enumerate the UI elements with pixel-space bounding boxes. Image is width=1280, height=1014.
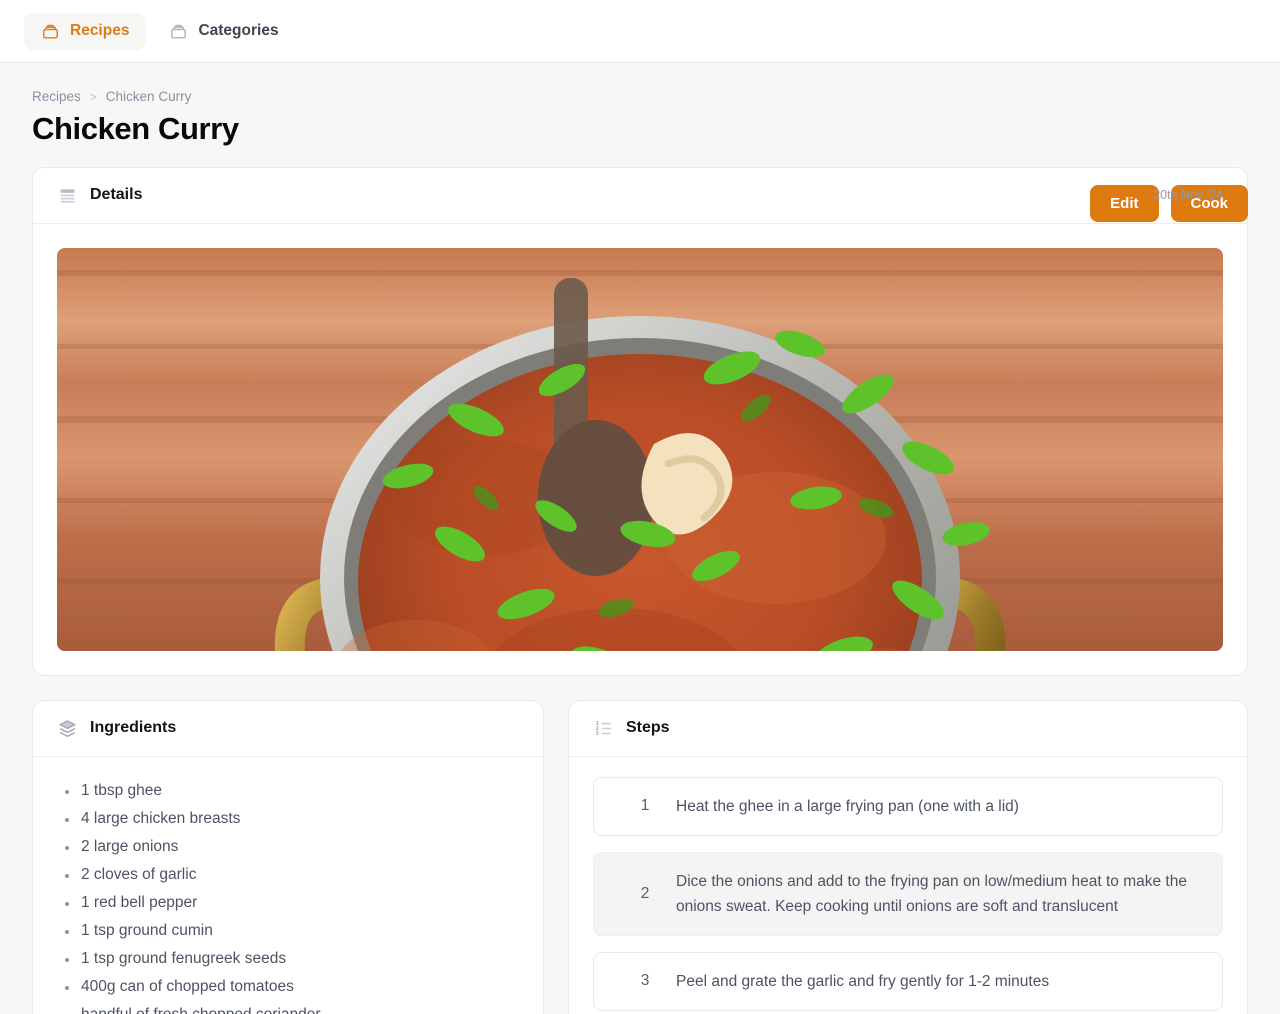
numbered-list-icon: 1 2 3 bbox=[593, 718, 614, 739]
top-navigation-bar: Recipes Categories bbox=[0, 0, 1280, 63]
content-columns: Ingredients 1 tbsp ghee 4 large chicken … bbox=[32, 699, 1248, 1014]
chevron-right-icon: > bbox=[89, 89, 97, 104]
list-item: 2 large onions bbox=[57, 833, 519, 861]
step-row[interactable]: 1 Heat the ghee in a large frying pan (o… bbox=[593, 776, 1223, 836]
list-item: 2 cloves of garlic bbox=[57, 861, 519, 889]
page-header: Recipes > Chicken Curry Chicken Curry Ed… bbox=[0, 63, 1280, 222]
steps-card: 1 2 3 Steps 1 Heat the ghee in a large f… bbox=[568, 699, 1248, 1014]
details-card: Details 20th Nov '24 bbox=[32, 166, 1248, 676]
nav-tab-recipes-label: Recipes bbox=[70, 22, 130, 39]
step-text: Peel and grate the garlic and fry gently… bbox=[676, 972, 1050, 990]
list-item: 1 tsp ground cumin bbox=[57, 917, 519, 945]
list-item: 1 tbsp ghee bbox=[57, 777, 519, 805]
nav-tab-categories[interactable]: Categories bbox=[152, 13, 295, 50]
list-item: handful of fresh chopped coriander bbox=[57, 1001, 519, 1014]
breadcrumb-parent-link[interactable]: Recipes bbox=[32, 89, 81, 104]
archive-box-icon bbox=[41, 22, 60, 41]
list-item: 4 large chicken breasts bbox=[57, 805, 519, 833]
page-title: Chicken Curry bbox=[32, 111, 239, 146]
list-item: 1 red bell pepper bbox=[57, 889, 519, 917]
breadcrumb: Recipes > Chicken Curry bbox=[32, 89, 1248, 104]
text-lines-icon bbox=[57, 185, 78, 206]
breadcrumb-current: Chicken Curry bbox=[105, 89, 192, 104]
list-item: 1 tsp ground fenugreek seeds bbox=[57, 945, 519, 973]
step-row[interactable]: 3 Peel and grate the garlic and fry gent… bbox=[593, 951, 1223, 1011]
steps-card-title: Steps bbox=[626, 719, 670, 737]
list-item: 400g can of chopped tomatoes bbox=[57, 973, 519, 1001]
details-card-body bbox=[33, 224, 1247, 675]
steps-card-header: 1 2 3 Steps bbox=[569, 701, 1247, 757]
layers-icon bbox=[57, 718, 78, 739]
step-number: 3 bbox=[640, 972, 650, 990]
details-card-title: Details bbox=[90, 186, 143, 204]
ingredients-card: Ingredients 1 tbsp ghee 4 large chicken … bbox=[32, 699, 544, 1014]
recipe-photo bbox=[57, 247, 1223, 651]
nav-tab-recipes[interactable]: Recipes bbox=[24, 12, 147, 50]
step-number: 1 bbox=[640, 797, 650, 815]
step-number: 2 bbox=[640, 884, 650, 902]
ingredients-list: 1 tbsp ghee 4 large chicken breasts 2 la… bbox=[57, 777, 519, 1014]
svg-text:3: 3 bbox=[596, 731, 599, 737]
nav-tab-categories-label: Categories bbox=[198, 22, 279, 39]
ingredients-card-header: Ingredients bbox=[33, 701, 543, 757]
step-row[interactable]: 2 Dice the onions and add to the frying … bbox=[593, 851, 1223, 936]
recipe-date: 20th Nov '24 bbox=[1153, 188, 1223, 203]
ingredients-card-title: Ingredients bbox=[90, 719, 177, 737]
details-card-header: Details 20th Nov '24 bbox=[33, 168, 1247, 224]
ingredients-card-body: 1 tbsp ghee 4 large chicken breasts 2 la… bbox=[33, 757, 543, 1014]
step-text: Heat the ghee in a large frying pan (one… bbox=[676, 797, 1019, 815]
steps-card-body: 1 Heat the ghee in a large frying pan (o… bbox=[569, 757, 1247, 1014]
archive-box-icon bbox=[169, 22, 188, 41]
step-text: Dice the onions and add to the frying pa… bbox=[676, 872, 1187, 915]
